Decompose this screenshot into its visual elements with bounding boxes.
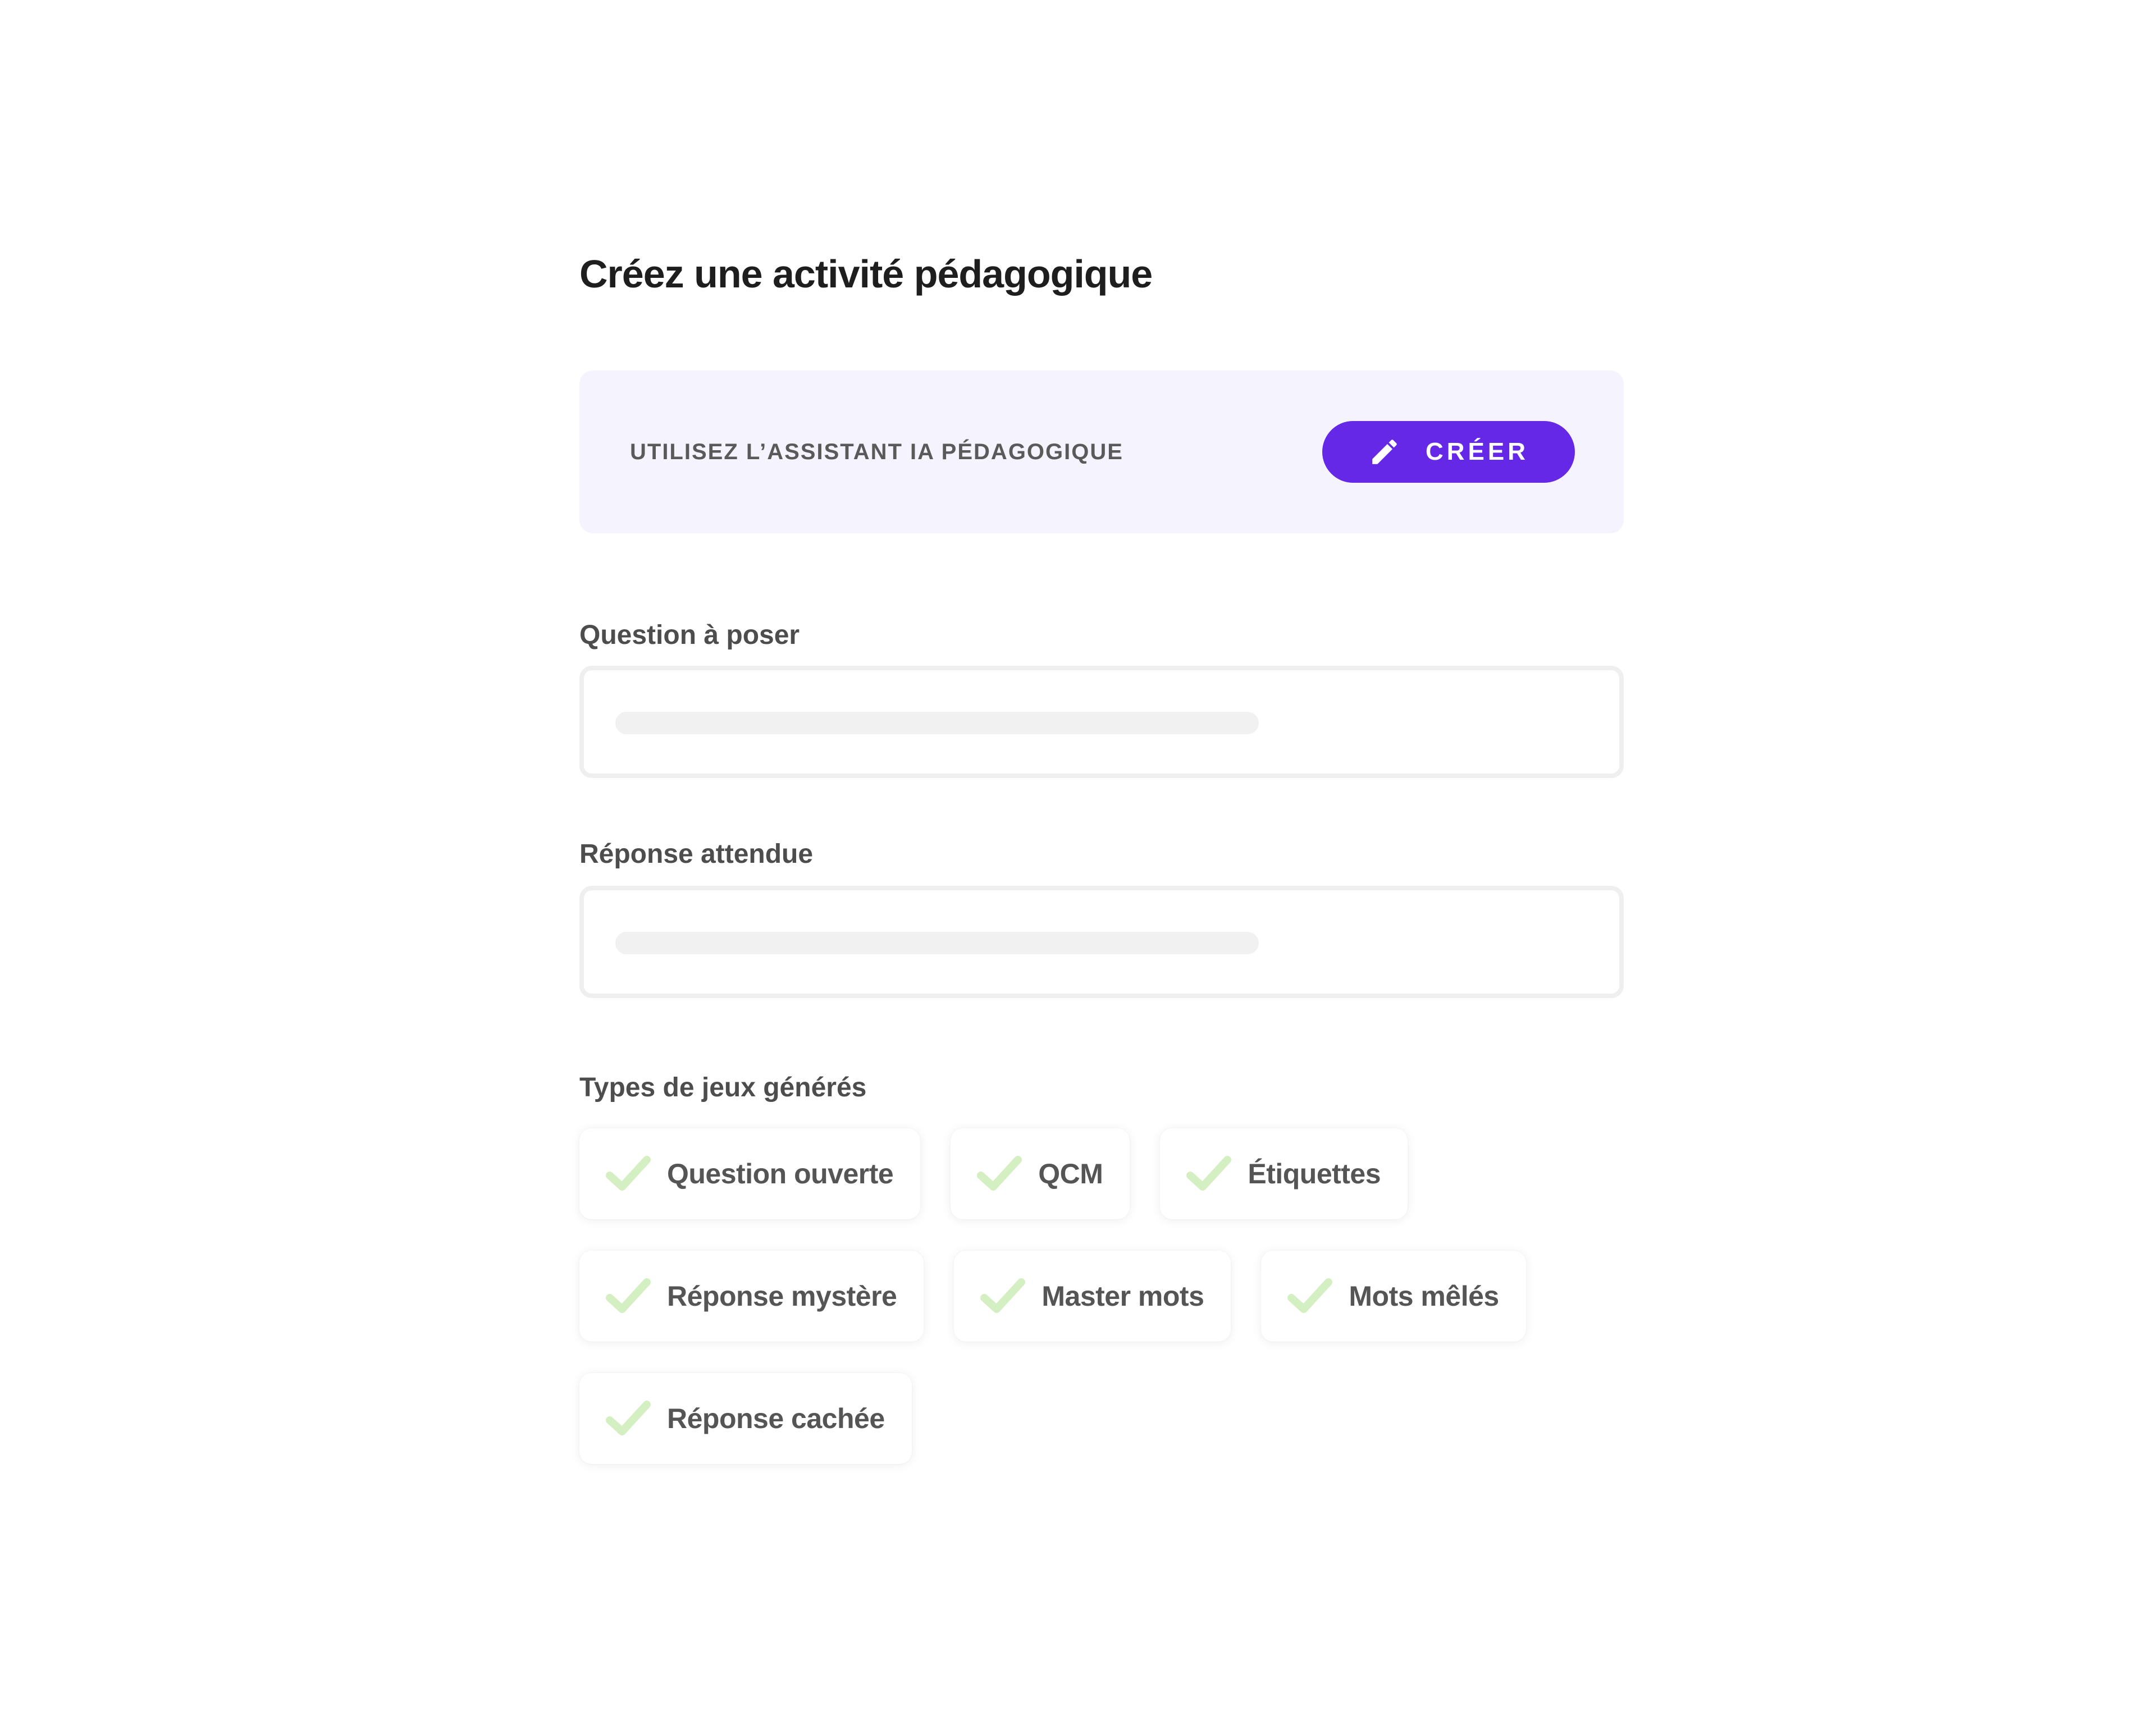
game-type-label: QCM (1038, 1158, 1103, 1190)
pencil-icon (1372, 440, 1397, 464)
check-icon (606, 1278, 651, 1313)
answer-field-label: Réponse attendue (579, 839, 814, 869)
game-type-label: Réponse cachée (667, 1403, 885, 1434)
page-title: Créez une activité pédagogique (579, 252, 1153, 296)
question-field[interactable] (579, 666, 1624, 778)
create-button[interactable]: CRÉER (1322, 421, 1575, 483)
game-type-label: Réponse mystère (667, 1280, 897, 1312)
game-type-chip-qcm[interactable]: QCM (951, 1128, 1130, 1219)
check-icon (977, 1156, 1022, 1191)
game-types-row: Réponse mystère Master mots Mots mêlés (579, 1251, 1624, 1342)
game-type-chip-reponse-cachee[interactable]: Réponse cachée (579, 1373, 912, 1464)
game-types-row: Question ouverte QCM Étiquettes (579, 1128, 1624, 1219)
game-type-chip-question-ouverte[interactable]: Question ouverte (579, 1128, 921, 1219)
game-type-label: Mots mêlés (1349, 1280, 1499, 1312)
check-icon (606, 1156, 651, 1191)
ai-assistant-card: UTILISEZ L’ASSISTANT IA PÉDAGOGIQUE CRÉE… (579, 370, 1624, 533)
game-type-label: Question ouverte (667, 1158, 894, 1190)
question-input[interactable] (584, 670, 1619, 774)
activity-creation-form: Créez une activité pédagogique UTILISEZ … (579, 247, 1624, 1464)
answer-input[interactable] (584, 890, 1619, 994)
game-type-chip-mots-meles[interactable]: Mots mêlés (1261, 1251, 1526, 1342)
game-types-list: Question ouverte QCM Étiquettes Réponse … (579, 1128, 1624, 1495)
question-field-label: Question à poser (579, 620, 800, 650)
game-type-chip-master-mots[interactable]: Master mots (954, 1251, 1231, 1342)
game-types-label: Types de jeux générés (579, 1073, 867, 1102)
check-icon (606, 1401, 651, 1435)
check-icon (980, 1278, 1026, 1313)
check-icon (1287, 1278, 1333, 1313)
check-icon (1186, 1156, 1232, 1191)
game-types-row: Réponse cachée (579, 1373, 1624, 1464)
game-type-chip-etiquettes[interactable]: Étiquettes (1160, 1128, 1408, 1219)
answer-field[interactable] (579, 886, 1624, 998)
create-button-label: CRÉER (1425, 438, 1529, 465)
game-type-chip-reponse-mystere[interactable]: Réponse mystère (579, 1251, 924, 1342)
game-type-label: Master mots (1042, 1280, 1204, 1312)
ai-assistant-label: UTILISEZ L’ASSISTANT IA PÉDAGOGIQUE (630, 440, 1123, 464)
game-type-label: Étiquettes (1248, 1158, 1381, 1190)
